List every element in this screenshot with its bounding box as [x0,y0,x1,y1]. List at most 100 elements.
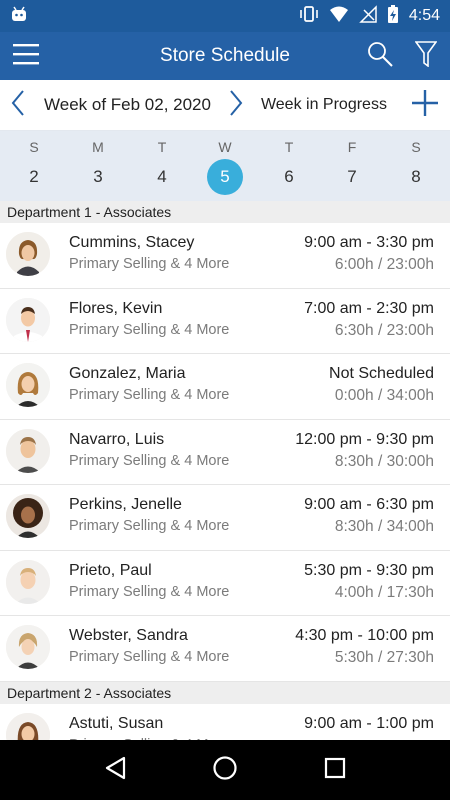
filter-button[interactable] [402,32,450,80]
day-number: 6 [284,167,294,186]
day-name: T [284,139,294,155]
shift-hours: 8:30h / 34:00h [334,518,434,535]
shift-time: 9:00 am - 3:30 pm [304,234,434,251]
avatar [6,625,50,669]
day-thursday[interactable]: T 6 [257,131,321,201]
employee-name: Cummins, Stacey [69,234,195,251]
day-saturday[interactable]: S 8 [384,131,448,201]
shift-hours: 0:00h / 34:00h [334,387,434,404]
day-name: M [92,139,104,155]
department-header: Department 2 - Associates [0,681,450,704]
shift-time: 4:30 pm - 10:00 pm [295,627,434,644]
vibrate-icon [299,5,319,28]
status-time: 4:54 [408,7,440,24]
day-number: 4 [157,167,167,186]
status-bar: 4:54 [0,0,450,32]
shift-time: 7:00 am - 2:30 pm [304,299,434,317]
employee-role: Primary Selling & 4 More [69,321,230,338]
avatar [6,232,50,276]
system-nav-bar [0,740,450,800]
week-navigator: Week of Feb 02, 2020 Week in Progress [0,80,450,131]
employee-role: Primary Selling & 4 More [69,518,230,534]
employee-role: Primary Selling & 4 More [69,452,230,469]
day-number: 7 [347,167,357,186]
employee-role: Primary Selling & 4 More [69,583,230,600]
back-triangle-icon [104,756,126,785]
employee-name: Navarro, Luis [69,430,165,448]
week-status: Week in Progress [260,96,387,113]
employee-name: Flores, Kevin [69,299,163,317]
day-name: T [157,139,167,155]
day-name: S [411,139,421,155]
recents-square-icon [324,757,346,784]
app-bar: Store Schedule [0,32,450,80]
employee-name: Prieto, Paul [69,561,152,579]
day-name: W [218,139,232,155]
no-signal-icon [359,4,377,28]
day-tuesday[interactable]: T 4 [130,131,194,201]
day-friday[interactable]: F 7 [320,131,384,201]
shift-time: 5:30 pm - 9:30 pm [304,561,434,579]
shift-hours: 6:00h / 23:00h [334,256,434,273]
shift-time: 9:00 am - 6:30 pm [304,496,434,513]
hamburger-icon [13,43,39,70]
avatar [6,428,50,473]
shift-hours: 6:30h / 23:00h [334,321,434,339]
day-number: 3 [93,167,103,186]
employee-row[interactable]: Perkins, Jenelle Primary Selling & 4 Mor… [0,485,450,551]
employee-row[interactable]: Gonzalez, Maria Primary Selling & 4 More… [0,354,450,420]
search-icon [367,41,393,72]
employee-name: Astuti, Susan [69,714,164,732]
avatar [6,297,50,342]
chevron-right-icon [229,89,243,121]
schedule-list[interactable]: Department 1 - Associates Cummins, Stace… [0,201,450,740]
recents-button[interactable] [305,740,365,800]
shift-hours: 8:30h / 30:00h [334,452,434,470]
avatar [6,712,50,740]
employee-role: Primary Selling & 4 More [69,256,230,272]
employee-role: Primary Selling & 4 More [69,387,230,403]
day-name: F [347,139,357,155]
android-icon [10,5,28,28]
employee-row[interactable]: Flores, Kevin Primary Selling & 4 More 7… [0,288,450,354]
day-number: 5 [207,159,243,195]
shift-hours: 4:00h / 17:30h [334,583,434,601]
previous-week-button[interactable] [0,80,36,131]
day-strip: S 2 M 3 T 4 W 5 T 6 F 7 S 8 [0,131,450,201]
avatar [6,363,50,407]
employee-name: Gonzalez, Maria [69,365,186,382]
home-circle-icon [212,755,238,786]
day-wednesday[interactable]: W 5 [193,131,257,201]
employee-role: Primary Selling & 4 More [69,649,230,665]
employee-row[interactable]: Prieto, Paul Primary Selling & 4 More 5:… [0,550,450,616]
shift-time: Not Scheduled [329,365,434,382]
shift-time: 9:00 am - 1:00 pm [304,714,434,732]
employee-row[interactable]: Navarro, Luis Primary Selling & 4 More 1… [0,419,450,485]
wifi-icon [329,5,349,28]
search-button[interactable] [358,32,402,80]
battery-charging-icon [387,4,399,29]
employee-row[interactable]: Webster, Sandra Primary Selling & 4 More… [0,616,450,682]
next-week-button[interactable] [218,80,254,131]
shift-time: 12:00 pm - 9:30 pm [295,430,434,448]
employee-row[interactable]: Cummins, Stacey Primary Selling & 4 More… [0,223,450,289]
employee-name: Perkins, Jenelle [69,496,182,513]
department-header: Department 1 - Associates [0,201,450,223]
employee-row[interactable]: Astuti, Susan Primary Selling & 4 More 9… [0,703,450,740]
avatar [6,559,50,604]
back-button[interactable] [85,740,145,800]
plus-icon [412,89,438,121]
add-shift-button[interactable] [400,80,450,131]
day-name: S [29,139,39,155]
menu-button[interactable] [0,32,52,80]
avatar [6,494,50,538]
home-button[interactable] [195,740,255,800]
week-label[interactable]: Week of Feb 02, 2020 [44,95,211,115]
day-sunday[interactable]: S 2 [2,131,66,201]
day-monday[interactable]: M 3 [66,131,130,201]
day-number: 2 [29,167,39,186]
employee-name: Webster, Sandra [69,627,188,644]
filter-icon [414,40,438,72]
shift-hours: 5:30h / 27:30h [334,649,434,666]
chevron-left-icon [11,89,25,121]
